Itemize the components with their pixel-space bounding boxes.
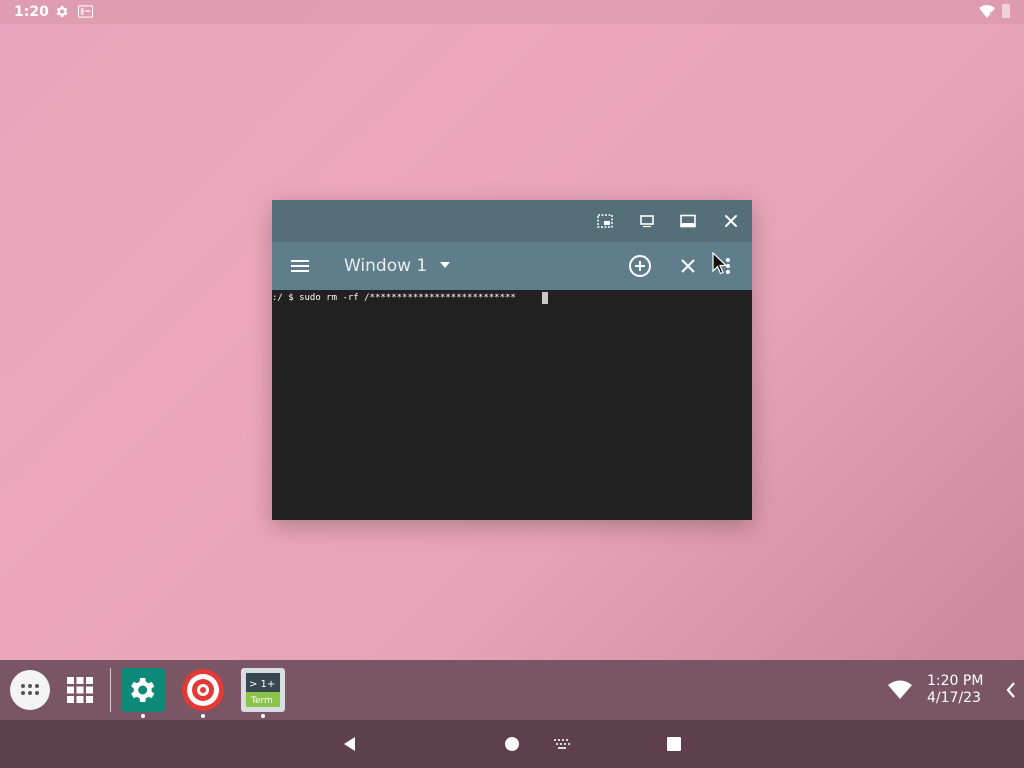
restore-icon[interactable] [636,210,658,232]
accessibility-icon [78,5,93,18]
battery-icon [1002,4,1010,18]
app-drawer-icon [21,684,39,695]
screenshot-icon[interactable] [594,210,616,232]
running-indicator [201,714,205,718]
terminal-app-label-top: > 1+ [249,679,275,690]
close-icon[interactable] [720,210,742,232]
terminal-output[interactable]: :/ $ sudo rm -rf /**********************… [272,290,752,520]
wifi-icon[interactable] [888,680,912,700]
terminal-command-line: :/ $ sudo rm -rf /**********************… [272,293,516,303]
app-drawer-button[interactable] [10,670,50,710]
running-indicator [141,714,145,718]
close-tab-icon[interactable] [674,252,702,280]
status-time: 1:20 [14,4,49,20]
terminal-app-label-bottom: Term [250,696,273,706]
maximize-icon[interactable] [677,210,699,232]
keyboard-icon[interactable] [553,738,571,750]
recents-icon[interactable] [666,736,682,752]
dropdown-arrow-icon[interactable] [438,260,452,270]
apps-grid-icon[interactable] [66,676,94,704]
window-title[interactable]: Window 1 [344,256,427,276]
hamburger-menu-icon[interactable] [286,252,314,280]
clock-date[interactable]: 4/17/23 [927,690,981,706]
clock-time[interactable]: 1:20 PM [927,673,983,689]
terminal-cursor [542,292,548,304]
wifi-alert-icon [979,5,995,18]
status-bar: 1:20 [0,0,1024,24]
gear-icon [56,5,68,18]
home-icon[interactable] [504,736,520,752]
running-indicator [261,714,265,718]
terminal-app-icon[interactable]: > 1+ Term [241,668,285,712]
terminal-toolbar: Window 1 [272,242,752,290]
terminal-window: Window 1 :/ $ sudo rm -rf /*************… [272,200,752,520]
mouse-pointer-icon [712,252,728,275]
back-icon[interactable] [342,736,358,752]
chevron-left-icon[interactable] [1004,680,1018,700]
add-circle-icon[interactable] [626,252,654,280]
settings-app-icon[interactable] [121,668,165,712]
taskbar-divider [110,668,111,712]
target-app-icon[interactable] [181,668,225,712]
window-caption-bar[interactable] [272,200,752,242]
